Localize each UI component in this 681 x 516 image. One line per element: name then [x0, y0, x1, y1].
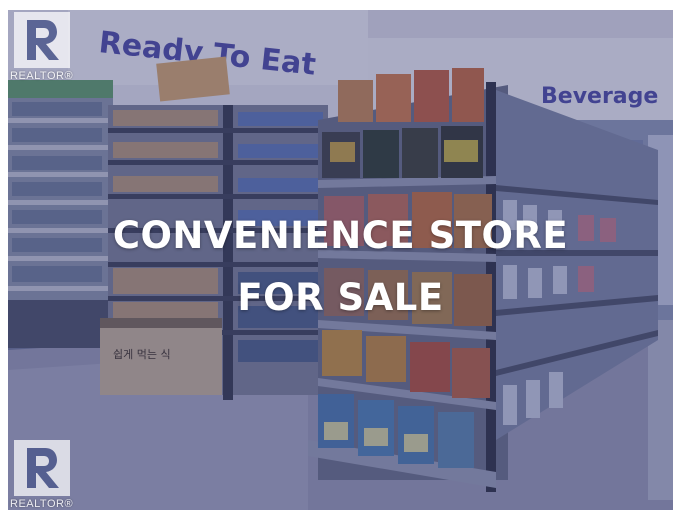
- realtor-watermark-text: REALTOR®: [10, 498, 74, 510]
- headline-line-1: CONVENIENCE STORE: [112, 214, 569, 257]
- realtor-watermark-text: REALTOR®: [10, 70, 74, 82]
- listing-photo: Ready To Eat Beverage 쉽게 먹는 식 CONVENIENC…: [8, 10, 673, 510]
- realtor-r-logo-icon: [13, 440, 70, 496]
- realtor-watermark-bottom: REALTOR®: [10, 440, 73, 510]
- realtor-watermark-top: REALTOR®: [10, 12, 73, 82]
- headline-line-2: FOR SALE: [237, 276, 444, 319]
- tint-overlay: [8, 10, 673, 510]
- realtor-r-logo-icon: [13, 12, 70, 68]
